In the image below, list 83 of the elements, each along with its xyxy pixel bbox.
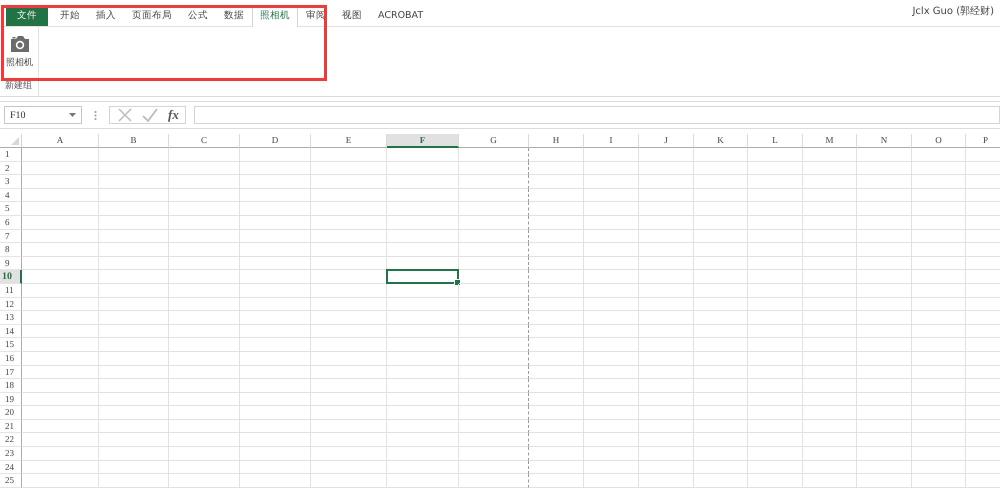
ribbon-tab[interactable]: ACROBAT bbox=[370, 5, 432, 26]
row-header[interactable]: 20 bbox=[0, 406, 22, 420]
column-header[interactable]: L bbox=[748, 134, 803, 148]
table-cell[interactable] bbox=[459, 243, 529, 257]
row-header[interactable]: 19 bbox=[0, 392, 22, 406]
table-cell[interactable] bbox=[459, 474, 529, 488]
row-header[interactable]: 21 bbox=[0, 420, 22, 434]
row-header[interactable]: 1 bbox=[0, 148, 22, 162]
ribbon-tab[interactable]: 插入 bbox=[88, 5, 124, 26]
table-cell[interactable] bbox=[459, 298, 529, 312]
row-header[interactable]: 17 bbox=[0, 366, 22, 380]
table-cell[interactable] bbox=[459, 447, 529, 461]
check-icon bbox=[142, 108, 158, 122]
row-header[interactable]: 8 bbox=[0, 243, 22, 257]
row-header[interactable]: 14 bbox=[0, 324, 22, 338]
row-header[interactable]: 7 bbox=[0, 230, 22, 244]
table-cell[interactable] bbox=[459, 216, 529, 230]
function-button[interactable]: fx bbox=[168, 108, 179, 122]
row-header[interactable]: 4 bbox=[0, 188, 22, 202]
table-cell[interactable] bbox=[459, 175, 529, 189]
column-header[interactable]: C bbox=[169, 134, 240, 148]
dots-icon bbox=[94, 110, 97, 120]
camera-icon bbox=[8, 35, 30, 53]
table-cell[interactable] bbox=[459, 392, 529, 406]
column-header[interactable]: M bbox=[803, 134, 857, 148]
table-cell[interactable] bbox=[459, 284, 529, 298]
select-all-icon bbox=[11, 137, 19, 145]
column-header[interactable]: I bbox=[584, 134, 639, 148]
column-header[interactable]: J bbox=[639, 134, 694, 148]
row-header[interactable]: 10 bbox=[0, 270, 22, 284]
row-header[interactable]: 15 bbox=[0, 338, 22, 352]
table-cell[interactable] bbox=[459, 460, 529, 474]
column-header[interactable]: F bbox=[387, 134, 459, 148]
row-header[interactable]: 18 bbox=[0, 379, 22, 393]
table-cell[interactable] bbox=[459, 270, 529, 284]
table-cell[interactable] bbox=[459, 379, 529, 393]
row-header[interactable]: 11 bbox=[0, 284, 22, 298]
camera-button[interactable]: 照相机 bbox=[5, 34, 34, 72]
table-cell[interactable] bbox=[459, 406, 529, 420]
table-cell[interactable] bbox=[459, 324, 529, 338]
row-header[interactable]: 24 bbox=[0, 460, 22, 474]
table-cell[interactable] bbox=[459, 202, 529, 216]
name-box[interactable]: F10 bbox=[4, 106, 82, 124]
table-cell[interactable] bbox=[459, 366, 529, 380]
group-label: 新建组 bbox=[4, 80, 33, 93]
row-header[interactable]: 16 bbox=[0, 352, 22, 366]
row-header[interactable]: 25 bbox=[0, 474, 22, 488]
table-cell[interactable] bbox=[459, 188, 529, 202]
ribbon-tab[interactable]: 公式 bbox=[180, 5, 216, 26]
column-header[interactable]: G bbox=[459, 134, 529, 148]
table-cell[interactable] bbox=[459, 338, 529, 352]
caret-icon bbox=[69, 113, 76, 117]
column-header[interactable]: N bbox=[857, 134, 912, 148]
column-header[interactable]: B bbox=[99, 134, 169, 148]
row-header[interactable]: 3 bbox=[0, 175, 22, 189]
ribbon-tab[interactable]: 数据 bbox=[216, 5, 252, 26]
table-cell[interactable] bbox=[459, 256, 529, 270]
table-cell[interactable] bbox=[459, 352, 529, 366]
user-name[interactable]: Jclx Guo (郭经财) bbox=[912, 4, 1000, 26]
ribbon-tab[interactable]: 视图 bbox=[334, 5, 370, 26]
row-header[interactable]: 5 bbox=[0, 202, 22, 216]
row-header[interactable]: 2 bbox=[0, 162, 22, 176]
column-header[interactable]: O bbox=[912, 134, 966, 148]
row-header[interactable]: 6 bbox=[0, 216, 22, 230]
row-header[interactable]: 23 bbox=[0, 447, 22, 461]
column-header[interactable]: A bbox=[22, 134, 99, 148]
ribbon-tab[interactable]: 页面布局 bbox=[124, 5, 180, 26]
ribbon-tab[interactable]: 开始 bbox=[52, 5, 88, 26]
table-cell[interactable] bbox=[459, 311, 529, 325]
row-header[interactable]: 12 bbox=[0, 298, 22, 312]
column-header[interactable]: P bbox=[966, 134, 1000, 148]
close-icon bbox=[118, 108, 132, 122]
row-header[interactable]: 13 bbox=[0, 311, 22, 325]
column-header[interactable]: K bbox=[694, 134, 748, 148]
column-header[interactable]: H bbox=[529, 134, 584, 148]
table-cell[interactable] bbox=[459, 420, 529, 434]
table-cell[interactable] bbox=[459, 230, 529, 244]
table-cell[interactable] bbox=[459, 148, 529, 162]
table-cell[interactable] bbox=[459, 162, 529, 176]
table-cell[interactable] bbox=[459, 433, 529, 448]
column-header[interactable]: D bbox=[240, 134, 311, 148]
row-header[interactable]: 22 bbox=[0, 433, 22, 448]
formula-input[interactable] bbox=[194, 106, 1000, 124]
